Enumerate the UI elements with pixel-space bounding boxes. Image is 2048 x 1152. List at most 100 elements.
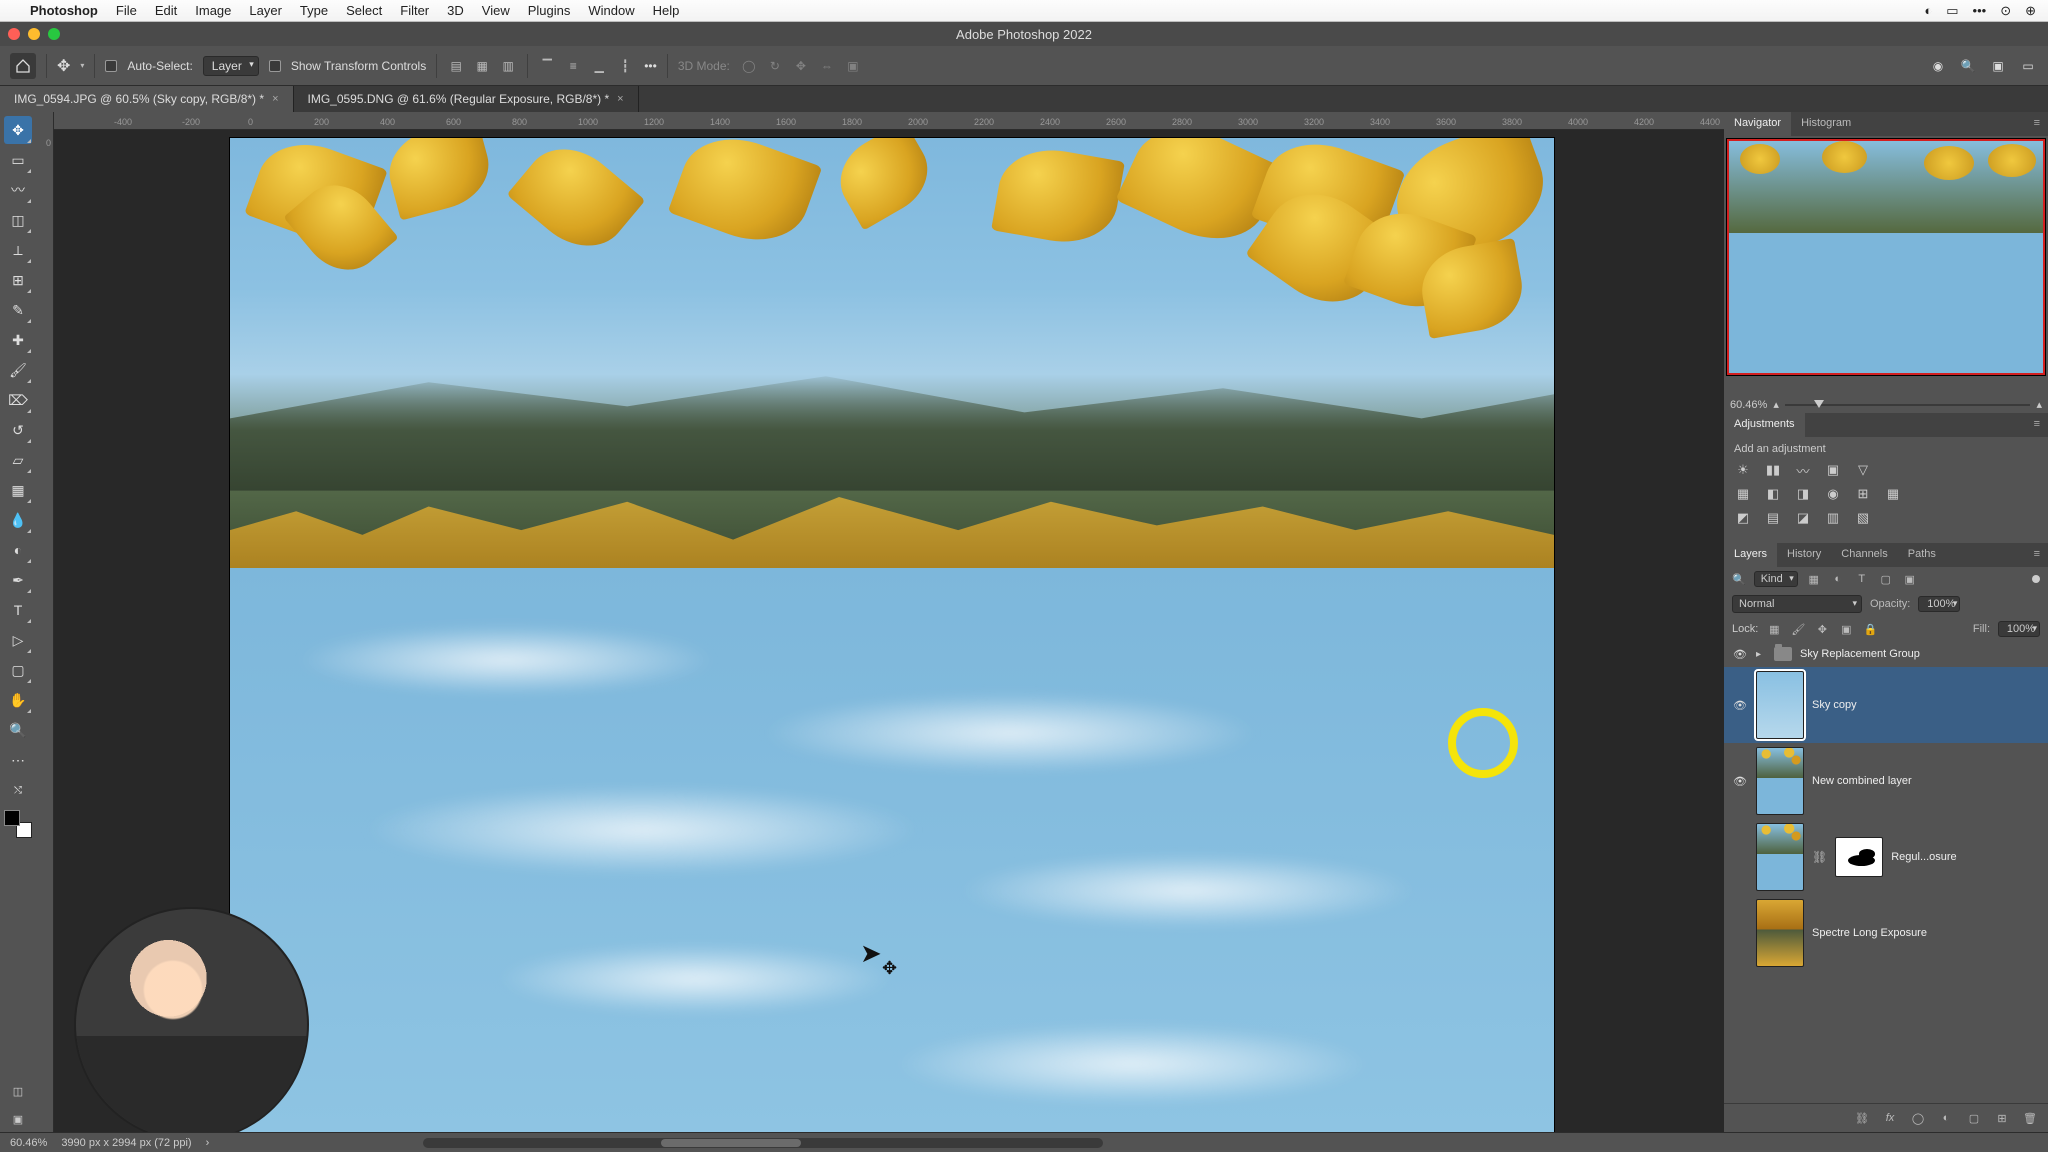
filter-type-icon[interactable]: T xyxy=(1854,571,1870,587)
brightness-contrast-icon[interactable]: ☀ xyxy=(1734,461,1752,479)
align-center-h-icon[interactable]: ▦ xyxy=(473,57,491,75)
fill-input[interactable]: 100% xyxy=(1998,621,2040,637)
new-adjustment-layer-icon[interactable]: ◐ xyxy=(1938,1110,1954,1126)
color-balance-icon[interactable]: ◧ xyxy=(1764,485,1782,503)
close-window-button[interactable] xyxy=(8,28,20,40)
zoom-window-button[interactable] xyxy=(48,28,60,40)
layer-row[interactable]: 👁 New combined layer xyxy=(1724,743,2048,819)
tab-layers[interactable]: Layers xyxy=(1724,543,1777,567)
status-doc-info[interactable]: 3990 px x 2994 px (72 ppi) xyxy=(61,1137,191,1149)
exposure-icon[interactable]: ▣ xyxy=(1824,461,1842,479)
levels-icon[interactable]: ▮▮ xyxy=(1764,461,1782,479)
horizontal-ruler[interactable]: -400 -200 0 200 400 600 800 1000 1200 14… xyxy=(54,112,1724,130)
cloud-docs-icon[interactable]: ◉ xyxy=(1928,56,1948,76)
tab-navigator[interactable]: Navigator xyxy=(1724,112,1791,136)
lock-artboard-icon[interactable]: ▣ xyxy=(1838,621,1854,637)
foreground-background-colors[interactable] xyxy=(4,810,32,838)
blur-tool[interactable]: 💧 xyxy=(4,506,32,534)
layer-thumbnail[interactable] xyxy=(1756,823,1804,891)
filter-pixel-icon[interactable]: ▦ xyxy=(1806,571,1822,587)
layer-name[interactable]: Regul...osure xyxy=(1891,851,1956,863)
path-selection-tool[interactable]: ▷ xyxy=(4,626,32,654)
brush-tool[interactable]: 🖌 xyxy=(4,356,32,384)
filter-smart-icon[interactable]: ▣ xyxy=(1902,571,1918,587)
show-transform-checkbox[interactable] xyxy=(269,60,281,72)
search-icon[interactable]: 🔍 xyxy=(1958,56,1978,76)
tool-preset-dropdown[interactable]: ▾ xyxy=(80,61,84,70)
swap-colors-icon[interactable]: ⤭ xyxy=(4,776,32,804)
healing-brush-tool[interactable]: ✚ xyxy=(4,326,32,354)
panel-menu-icon[interactable]: ≡ xyxy=(2026,543,2048,567)
zoom-tool[interactable]: 🔍 xyxy=(4,716,32,744)
layer-mask-thumbnail[interactable] xyxy=(1835,837,1883,877)
threshold-icon[interactable]: ◪ xyxy=(1794,509,1812,527)
group-disclosure-icon[interactable]: ▸ xyxy=(1756,649,1766,660)
layer-name[interactable]: Sky copy xyxy=(1812,699,1857,711)
status-info-chevron-icon[interactable]: › xyxy=(206,1137,210,1149)
gradient-tool[interactable]: ▦ xyxy=(4,476,32,504)
navigator-preview[interactable] xyxy=(1726,138,2046,376)
align-middle-icon[interactable]: ≡ xyxy=(564,57,582,75)
invert-icon[interactable]: ◩ xyxy=(1734,509,1752,527)
channel-mixer-icon[interactable]: ⊞ xyxy=(1854,485,1872,503)
tab-adjustments[interactable]: Adjustments xyxy=(1724,413,1805,437)
layer-name[interactable]: New combined layer xyxy=(1812,775,1912,787)
layer-row[interactable]: ⛓ Regul...osure xyxy=(1724,819,2048,895)
eraser-tool[interactable]: ▱ xyxy=(4,446,32,474)
object-selection-tool[interactable]: ◫ xyxy=(4,206,32,234)
delete-layer-icon[interactable]: 🗑 xyxy=(2022,1110,2038,1126)
visibility-toggle-icon[interactable]: 👁 xyxy=(1732,775,1748,788)
layer-group-row[interactable]: 👁 ▸ Sky Replacement Group xyxy=(1724,641,2048,667)
auto-select-target-select[interactable]: Layer xyxy=(203,56,259,76)
rectangle-tool[interactable]: ▢ xyxy=(4,656,32,684)
lock-position-icon[interactable]: ✥ xyxy=(1814,621,1830,637)
clone-stamp-tool[interactable]: ⌦ xyxy=(4,386,32,414)
hand-tool[interactable]: ✋ xyxy=(4,686,32,714)
status-zoom[interactable]: 60.46% xyxy=(10,1137,47,1149)
tray-icon[interactable]: ▭ xyxy=(1946,3,1958,19)
visibility-toggle-icon[interactable]: 👁 xyxy=(1732,699,1748,712)
pen-tool[interactable]: ✒ xyxy=(4,566,32,594)
panel-menu-icon[interactable]: ≡ xyxy=(2026,413,2048,437)
canvas-workspace[interactable]: ➤ ✥ xyxy=(54,130,1724,1132)
align-bottom-icon[interactable]: ▁ xyxy=(590,57,608,75)
tray-icon[interactable]: ⊙ xyxy=(2000,3,2011,19)
lock-transparent-icon[interactable]: ▦ xyxy=(1766,621,1782,637)
auto-select-checkbox[interactable] xyxy=(105,60,117,72)
minimize-window-button[interactable] xyxy=(28,28,40,40)
horizontal-scrollbar[interactable] xyxy=(423,1138,1103,1148)
align-left-icon[interactable]: ▤ xyxy=(447,57,465,75)
vibrance-icon[interactable]: ▽ xyxy=(1854,461,1872,479)
history-brush-tool[interactable]: ↺ xyxy=(4,416,32,444)
quick-mask-icon[interactable]: ◫ xyxy=(4,1078,32,1104)
dodge-tool[interactable]: ◐ xyxy=(4,536,32,564)
edit-toolbar-icon[interactable]: ⋯ xyxy=(4,746,32,774)
menu-select[interactable]: Select xyxy=(346,3,382,18)
tray-icon[interactable]: ◐ xyxy=(1924,3,1932,18)
distribute-icon[interactable]: ┇ xyxy=(616,57,634,75)
tab-history[interactable]: History xyxy=(1777,543,1831,567)
move-tool[interactable]: ✥ xyxy=(4,116,32,144)
new-group-icon[interactable]: ▢ xyxy=(1966,1110,1982,1126)
home-button[interactable] xyxy=(10,53,36,79)
blend-mode-select[interactable]: Normal xyxy=(1732,595,1862,613)
screen-mode-icon[interactable]: ▣ xyxy=(4,1106,32,1132)
vertical-ruler[interactable]: 0 xyxy=(36,112,54,1132)
navigator-zoom-readout[interactable]: 60.46% xyxy=(1730,399,1767,411)
tray-icon[interactable]: ••• xyxy=(1973,3,1987,18)
align-top-icon[interactable]: ▔ xyxy=(538,57,556,75)
workspace-icon[interactable]: ▣ xyxy=(1988,56,2008,76)
share-icon[interactable]: ▭ xyxy=(2018,56,2038,76)
menu-view[interactable]: View xyxy=(482,3,510,18)
crop-tool[interactable]: ⟂ xyxy=(4,236,32,264)
lock-all-icon[interactable]: 🔒 xyxy=(1862,621,1878,637)
type-tool[interactable]: T xyxy=(4,596,32,624)
menu-window[interactable]: Window xyxy=(588,3,634,18)
visibility-toggle-icon[interactable]: 👁 xyxy=(1732,648,1748,661)
menu-edit[interactable]: Edit xyxy=(155,3,177,18)
photo-filter-icon[interactable]: ◉ xyxy=(1824,485,1842,503)
selective-color-icon[interactable]: ▧ xyxy=(1854,509,1872,527)
posterize-icon[interactable]: ▤ xyxy=(1764,509,1782,527)
layer-row[interactable]: Spectre Long Exposure xyxy=(1724,895,2048,971)
document-tab[interactable]: IMG_0594.JPG @ 60.5% (Sky copy, RGB/8*) … xyxy=(0,86,294,112)
